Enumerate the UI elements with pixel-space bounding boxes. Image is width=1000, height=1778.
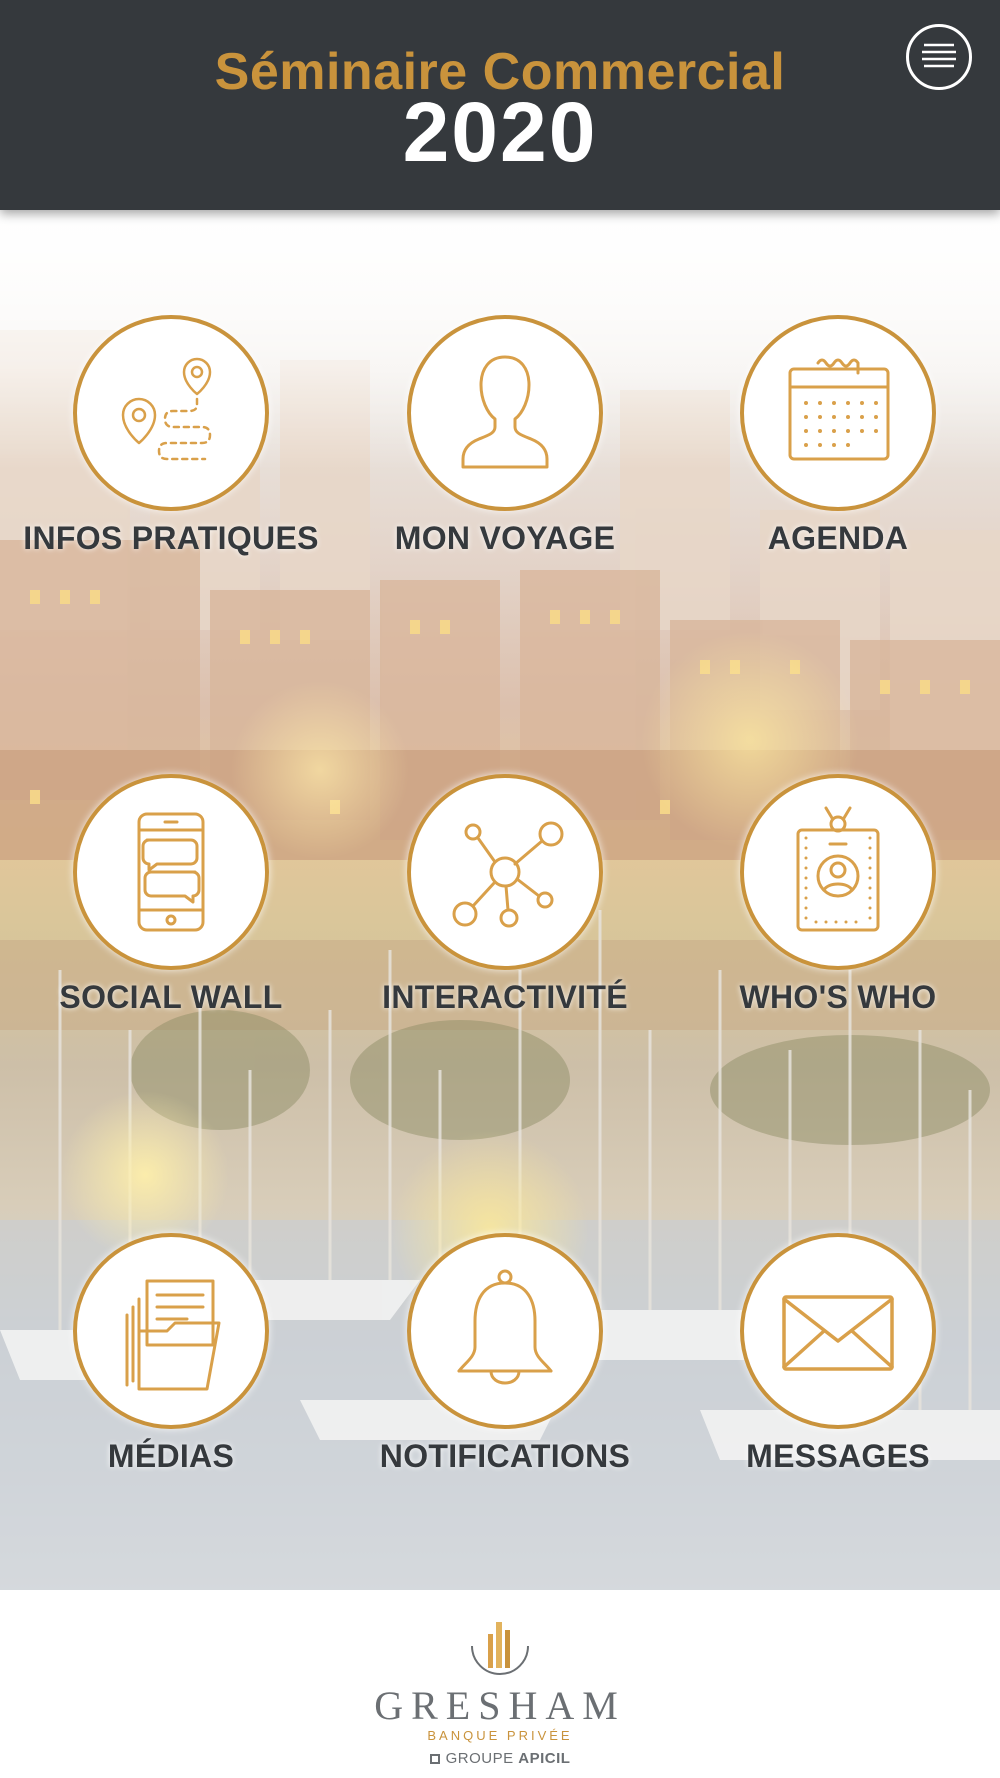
person-silhouette-icon [461, 355, 549, 469]
bell-icon [457, 1269, 553, 1385]
brand-name: GRESHAM [374, 1683, 626, 1728]
brand-subtitle: BANQUE PRIVÉE [427, 1728, 573, 1743]
app-title-year: 2020 [402, 85, 598, 179]
group-prefix: GROUPE [445, 1750, 514, 1767]
tile-label: SOCIAL WALL [59, 979, 283, 1015]
tile-mon-voyage[interactable]: MON VOYAGE [345, 315, 665, 575]
app-header: Séminaire Commercial 2020 [0, 0, 1000, 210]
brand-group: GROUPE APICIL [0, 1750, 1000, 1767]
group-square-icon [429, 1754, 440, 1764]
tile-notifications[interactable]: NOTIFICATIONS [345, 1233, 665, 1493]
tile-whos-who[interactable]: WHO'S WHO [678, 774, 998, 1034]
tile-interactivite[interactable]: INTERACTIVITÉ [345, 774, 665, 1034]
tile-infos-pratiques[interactable]: INFOS PRATIQUES [11, 315, 331, 575]
network-nodes-icon [452, 821, 564, 928]
folder-documents-icon [125, 1279, 221, 1391]
tile-social-wall[interactable]: SOCIAL WALL [11, 774, 331, 1034]
hamburger-menu-button[interactable] [906, 24, 972, 90]
phone-chat-icon [137, 812, 205, 932]
tile-medias[interactable]: MÉDIAS [11, 1233, 331, 1493]
tile-circle [407, 315, 603, 511]
tile-circle [740, 1233, 936, 1429]
envelope-icon [782, 1295, 894, 1371]
tile-label: INFOS PRATIQUES [23, 520, 319, 556]
tile-circle [73, 315, 269, 511]
gresham-logo-icon [471, 1622, 529, 1675]
tile-circle [740, 315, 936, 511]
id-badge-icon [796, 806, 880, 932]
tile-label: MON VOYAGE [394, 520, 616, 556]
tile-label: NOTIFICATIONS [379, 1438, 631, 1474]
tile-label: MÉDIAS [107, 1438, 235, 1474]
tile-label: AGENDA [767, 520, 909, 556]
tile-label: INTERACTIVITÉ [382, 979, 628, 1015]
hamburger-menu-icon [922, 43, 956, 68]
calendar-icon [788, 358, 890, 461]
map-route-pins-icon [121, 357, 212, 461]
tile-label: MESSAGES [746, 1438, 930, 1474]
tile-circle [740, 774, 936, 970]
group-name: APICIL [518, 1750, 571, 1767]
tile-circle [73, 774, 269, 970]
tile-circle [407, 774, 603, 970]
footer: GRESHAM BANQUE PRIVÉE GROUPE APICIL [0, 1590, 1000, 1778]
tile-agenda[interactable]: AGENDA [678, 315, 998, 575]
tile-circle [407, 1233, 603, 1429]
tile-messages[interactable]: MESSAGES [678, 1233, 998, 1493]
tile-circle [73, 1233, 269, 1429]
tile-label: WHO'S WHO [739, 979, 937, 1015]
